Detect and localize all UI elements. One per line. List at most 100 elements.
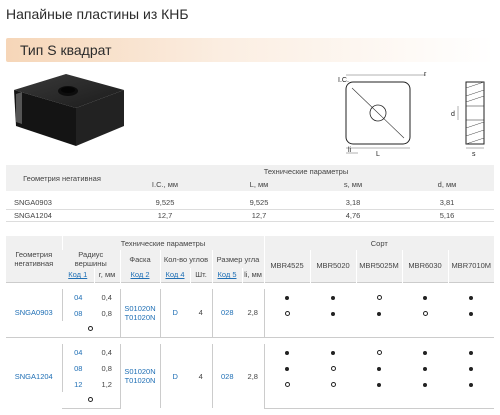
filled-dot-icon [423,382,427,387]
grade-cell [402,344,448,360]
insert-drawing: I.C. r L li d s [338,71,485,158]
grade-cell [402,321,448,338]
t2-geometry-header: Геометрия негативная [6,236,62,282]
page-title: Напайные пластины из КНБ [6,6,189,22]
grade-cell [310,376,356,392]
grade-cell [448,376,494,392]
grade-cell [356,289,402,305]
open-circle-icon [330,381,336,387]
filled-dot-icon [469,311,473,316]
table-row: SNGA0903 04 0,4 S01020N T01020N D 4 028 2,8 [6,289,494,337]
geometry-name: SNGA0903 [14,308,53,318]
grade-cell [356,376,402,392]
filled-dot-icon [331,311,335,316]
t2-tech-header: Технические параметры [61,236,264,250]
grade-cell [402,305,448,321]
code5-header: Код 5 [211,268,242,282]
drawing-label-li: li [348,147,352,154]
drawing-label-s: s [472,151,476,158]
table-cell: 12,7 [212,209,306,222]
grade-cell [402,289,448,305]
open-circle-icon [422,310,428,316]
corner-code: D [159,344,190,408]
filled-dot-icon [423,366,427,371]
table-cell: 3,18 [306,197,400,210]
radius-code: 04 [61,289,94,305]
drawing-label-l: L [376,151,380,158]
radius-code: 04 [61,344,94,360]
drawing-label-r: r [424,71,427,78]
grade-cell [356,344,402,360]
grade-cell [310,289,356,305]
open-circle-icon [376,294,382,300]
grade-cell [448,289,494,305]
t1-group-header: Технические параметры [118,165,494,178]
li-header: li, мм [241,268,264,282]
chamfer-code: T01020N [124,312,156,322]
radius-code: 12 [61,376,94,392]
grade-cell [448,321,494,338]
radius-value: 0,4 [101,347,112,357]
table-row: SNGA1204 12,7 12,7 4,76 5,16 [6,209,494,222]
grade-cell [310,305,356,321]
chamfer-codes: S01020N T01020N [119,289,160,337]
radius-value: 0,4 [101,292,112,302]
grade-cell [356,321,402,338]
filled-dot-icon [377,311,381,316]
open-circle-icon [284,310,290,316]
filled-dot-icon [285,366,290,371]
type-banner: Тип S квадрат [6,38,494,62]
radius-value: 0,8 [101,363,112,373]
drawing-label-ic: I.C. [338,77,349,84]
t2-grade-header: Сорт [263,236,494,250]
filled-dot-icon [377,366,381,371]
grade-cell [402,392,448,409]
r-header: r, мм [93,268,120,282]
table-row: SNGA1204 04 0,4 S01020N T01020N D 4 028 2,8 [6,344,494,408]
t1-col-header: I.C., мм [118,178,212,191]
type-banner-label: Тип S квадрат [20,42,112,58]
grade-cell [448,344,494,360]
dimensions-table: Геометрия негативная Технические парамет… [6,165,494,222]
filled-dot-icon [469,382,473,387]
code2-header: Код 2 [119,268,160,282]
table-cell: 3,81 [400,197,494,210]
drawing-label-d: d [451,111,455,118]
grades-table: Геометрия негативная Технические парамет… [6,236,494,409]
grade-cell [263,360,310,376]
filled-dot-icon [331,350,335,355]
t1-col-header: d, мм [400,178,494,191]
table-cell: 9,525 [118,197,212,210]
grade-header: MBR7010M [447,250,494,282]
t2-corners-header: Кол-во углов [159,250,212,268]
radius-code: 08 [61,305,94,321]
grade-cell [356,305,402,321]
filled-dot-icon [423,350,427,355]
grade-cell [356,392,402,409]
corner-count: 4 [198,308,203,318]
geometry-name: SNGA1204 [14,371,53,381]
chamfer-codes: S01020N T01020N [119,344,160,408]
table-cell: 12,7 [118,209,212,222]
radius-marker-cell [62,321,120,338]
filled-dot-icon [469,295,473,300]
chamfer-code: S01020N [124,303,156,313]
grade-cell [448,360,494,376]
grade-cell [263,344,310,360]
grade-cell [448,305,494,321]
filled-dot-icon [469,366,473,371]
li-value: 2,8 [247,371,258,381]
t1-geometry-header: Геометрия негативная [6,165,118,191]
separator-cell [6,336,494,344]
grade-cell [402,376,448,392]
geometry-name: SNGA1204 [6,209,118,222]
code4-header: Код 4 [159,268,190,282]
table-cell: 9,525 [212,197,306,210]
filled-dot-icon [423,295,427,300]
filled-dot-icon [285,350,290,355]
table-cell: 4,76 [306,209,400,222]
grade-cell [310,392,356,409]
grade-cell [310,360,356,376]
insert-photo [14,74,124,146]
chamfer-code: T01020N [124,376,156,385]
